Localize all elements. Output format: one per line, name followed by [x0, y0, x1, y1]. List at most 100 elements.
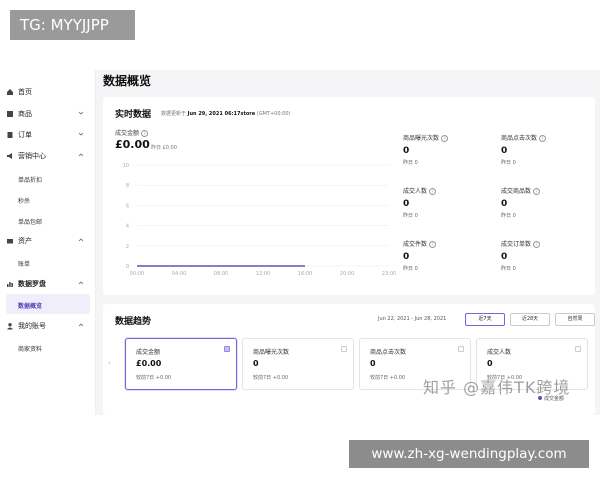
trend-card-value: 0 — [370, 359, 376, 368]
sidebar-item-label: 资产 — [18, 237, 32, 245]
metric-label: 成交件数 — [403, 241, 428, 248]
chevron-up-icon — [78, 281, 84, 285]
metric-value: 0 — [403, 146, 410, 156]
y-tick-label: 8 — [126, 183, 129, 189]
y-tick-label: 10 — [123, 163, 129, 169]
metric-units: 成交件数? 0 昨日 0 — [403, 239, 437, 272]
sidebar-sub-discount[interactable]: 单品折扣 — [18, 175, 42, 184]
metric-value: 0 — [501, 252, 508, 262]
page-title: 数据概览 — [103, 74, 152, 88]
y-tick-label: 6 — [126, 203, 129, 209]
trend-card-compare: 较前7日 +0.00 — [253, 375, 289, 381]
main-content: 数据概览 实时数据 数据更新于 Jun 29, 2021 06:17store … — [95, 70, 600, 415]
realtime-card: 实时数据 数据更新于 Jun 29, 2021 06:17store (GMT+… — [103, 97, 595, 295]
trend-card-checkbox[interactable] — [224, 346, 230, 352]
metric-products-sold: 成交商品数? 0 昨日 0 — [501, 186, 541, 219]
sidebar-item-assets[interactable]: 资产 — [6, 232, 90, 250]
trend-card-checkbox[interactable] — [458, 346, 464, 352]
chevron-down-icon — [78, 111, 84, 115]
overlay-tag: TG: MYYJJPP — [10, 10, 135, 40]
sidebar-item-products[interactable]: 商品 — [6, 105, 90, 123]
x-tick-label: 04:00 — [172, 271, 186, 277]
chevron-up-icon — [78, 238, 84, 242]
sidebar-item-label: 商品 — [18, 110, 32, 118]
range-7d-button[interactable]: 近7天 — [465, 313, 505, 326]
trend-card-label: 成交人数 — [487, 349, 512, 356]
sidebar-item-marketing[interactable]: 营销中心 — [6, 147, 90, 165]
metric-label: 成交订单数 — [501, 241, 532, 248]
chevron-up-icon — [78, 323, 84, 327]
x-tick-label: 00:00 — [130, 271, 144, 277]
update-info: 数据更新于 Jun 29, 2021 06:17store (GMT+00:00… — [161, 110, 291, 117]
user-icon — [6, 322, 14, 330]
grid-icon — [6, 110, 14, 118]
metric-clicks: 商品点击次数? 0 昨日 0 — [501, 133, 547, 166]
trend-card-checkbox[interactable] — [575, 346, 581, 352]
trend-title: 数据趋势 — [115, 317, 152, 327]
y-tick-label: 0 — [126, 264, 129, 270]
realtime-line-chart: 10 8 6 4 2 000:00 04:00 08:00 12:00 16:00 20:00 23:… — [123, 163, 396, 277]
sidebar-item-label: 订单 — [18, 131, 32, 139]
sidebar: 首页 商品 订单 营销中心 单品折扣 秒杀 单品包邮 资产 账单 数据罗盘 数据… — [0, 70, 96, 415]
x-tick-label: 20:00 — [340, 271, 354, 277]
x-tick-label: 16:00 — [298, 271, 312, 277]
range-28d-button[interactable]: 近28天 — [510, 313, 550, 326]
update-prefix: 数据更新于 — [161, 111, 187, 117]
trend-card: 数据趋势 Jun 22, 2021 - Jun 28, 2021 近7天 近28… — [103, 304, 595, 415]
metric-label: 商品曝光次数 — [403, 135, 440, 142]
gmv-yesterday: 昨日 £0.00 — [151, 145, 177, 151]
metric-yesterday: 昨日 0 — [501, 213, 516, 219]
help-icon[interactable]: ? — [441, 135, 449, 142]
sidebar-sub-merchant-info[interactable]: 商家资料 — [18, 344, 42, 353]
app-window: 首页 商品 订单 营销中心 单品折扣 秒杀 单品包邮 资产 账单 数据罗盘 数据… — [0, 70, 600, 415]
metric-yesterday: 昨日 0 — [501, 160, 516, 166]
help-icon[interactable]: ? — [429, 188, 437, 195]
gmv-label-text: 成交金额 — [115, 130, 140, 137]
update-timezone: (GMT+00:00) — [256, 111, 291, 117]
bar-chart-icon — [6, 280, 14, 288]
metric-yesterday: 昨日 0 — [501, 266, 516, 272]
trend-card-exposure[interactable]: 商品曝光次数 0 较前7日 +0.00 — [242, 338, 354, 390]
sidebar-sub-bills[interactable]: 账单 — [18, 259, 30, 268]
help-icon[interactable]: ? — [141, 130, 149, 137]
metric-value: 0 — [501, 146, 508, 156]
sidebar-item-home[interactable]: 首页 — [6, 83, 90, 101]
trend-card-label: 商品点击次数 — [370, 349, 407, 356]
range-week-button[interactable]: 自然周 — [555, 313, 595, 326]
update-time: Jun 29, 2021 06:17store — [187, 111, 256, 117]
trend-card-compare: 较前7日 +0.00 — [136, 375, 172, 381]
trend-card-gmv[interactable]: 成交金额 £0.00 较前7日 +0.00 — [125, 338, 237, 390]
receipt-icon — [6, 131, 14, 139]
y-tick-label: 4 — [126, 224, 129, 230]
help-icon[interactable]: ? — [429, 241, 437, 248]
metric-yesterday: 昨日 0 — [403, 213, 418, 219]
trend-card-label: 成交金额 — [136, 349, 161, 356]
sidebar-item-label: 数据罗盘 — [18, 280, 46, 288]
help-icon[interactable]: ? — [533, 241, 541, 248]
sidebar-sub-data-overview[interactable]: 数据概览 — [18, 301, 42, 310]
trend-card-checkbox[interactable] — [341, 346, 347, 352]
help-icon[interactable]: ? — [539, 135, 547, 142]
metric-value: 0 — [501, 199, 508, 209]
sidebar-item-label: 首页 — [18, 88, 32, 96]
sidebar-item-my-account[interactable]: 我的账号 — [6, 317, 90, 335]
url-banner: www.zh-xg-wendingplay.com — [349, 440, 589, 468]
sidebar-sub-flash-sale[interactable]: 秒杀 — [18, 196, 30, 205]
trend-card-value: £0.00 — [136, 359, 162, 368]
metric-buyers: 成交人数? 0 昨日 0 — [403, 186, 437, 219]
scroll-left-icon[interactable]: ‹ — [108, 359, 111, 367]
trend-card-value: 0 — [253, 359, 259, 368]
wallet-icon — [6, 237, 14, 245]
x-tick-label: 08:00 — [214, 271, 228, 277]
sidebar-item-data-compass[interactable]: 数据罗盘 — [6, 275, 90, 293]
metric-label: 成交人数 — [403, 188, 428, 195]
sidebar-sub-free-shipping[interactable]: 单品包邮 — [18, 217, 42, 226]
watermark-text: 知乎 @嘉伟TK跨境 — [423, 378, 571, 397]
help-icon[interactable]: ? — [533, 188, 541, 195]
metric-value: 0 — [403, 199, 410, 209]
trend-card-value: 0 — [487, 359, 493, 368]
sidebar-item-orders[interactable]: 订单 — [6, 126, 90, 144]
metric-value: 0 — [403, 252, 410, 262]
metric-label: 成交商品数 — [501, 188, 532, 195]
metric-yesterday: 昨日 0 — [403, 266, 418, 272]
